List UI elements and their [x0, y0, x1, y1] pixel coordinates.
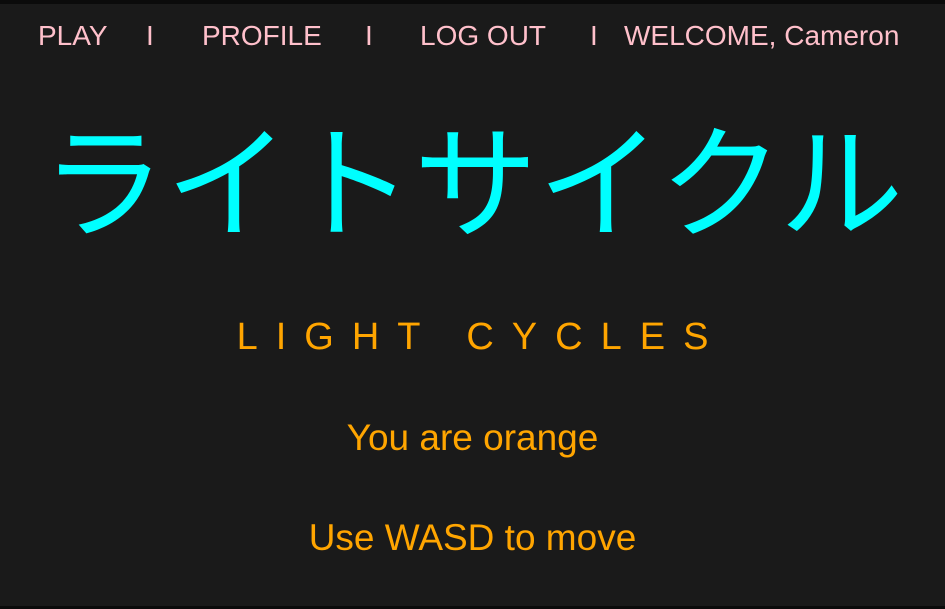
game-page: PLAY I PROFILE I LOG OUT I WELCOME, Came…: [0, 0, 945, 609]
player-color-text: You are orange: [346, 417, 599, 458]
nav-separator: I: [146, 20, 154, 51]
nav-profile-link[interactable]: PROFILE: [202, 18, 322, 54]
nav-logout-link[interactable]: LOG OUT: [420, 18, 546, 54]
top-nav: PLAY I PROFILE I LOG OUT I WELCOME, Came…: [0, 18, 945, 54]
game-title-japanese: ライトサイクル: [41, 114, 904, 258]
nav-play-link[interactable]: PLAY: [38, 18, 108, 54]
controls-hint-text: Use WASD to move: [308, 517, 637, 558]
nav-separator: I: [365, 20, 373, 51]
nav-separator: I: [590, 20, 598, 51]
welcome-message: WELCOME, Cameron: [624, 20, 900, 51]
game-title-english: LIGHT CYCLES: [236, 316, 727, 358]
